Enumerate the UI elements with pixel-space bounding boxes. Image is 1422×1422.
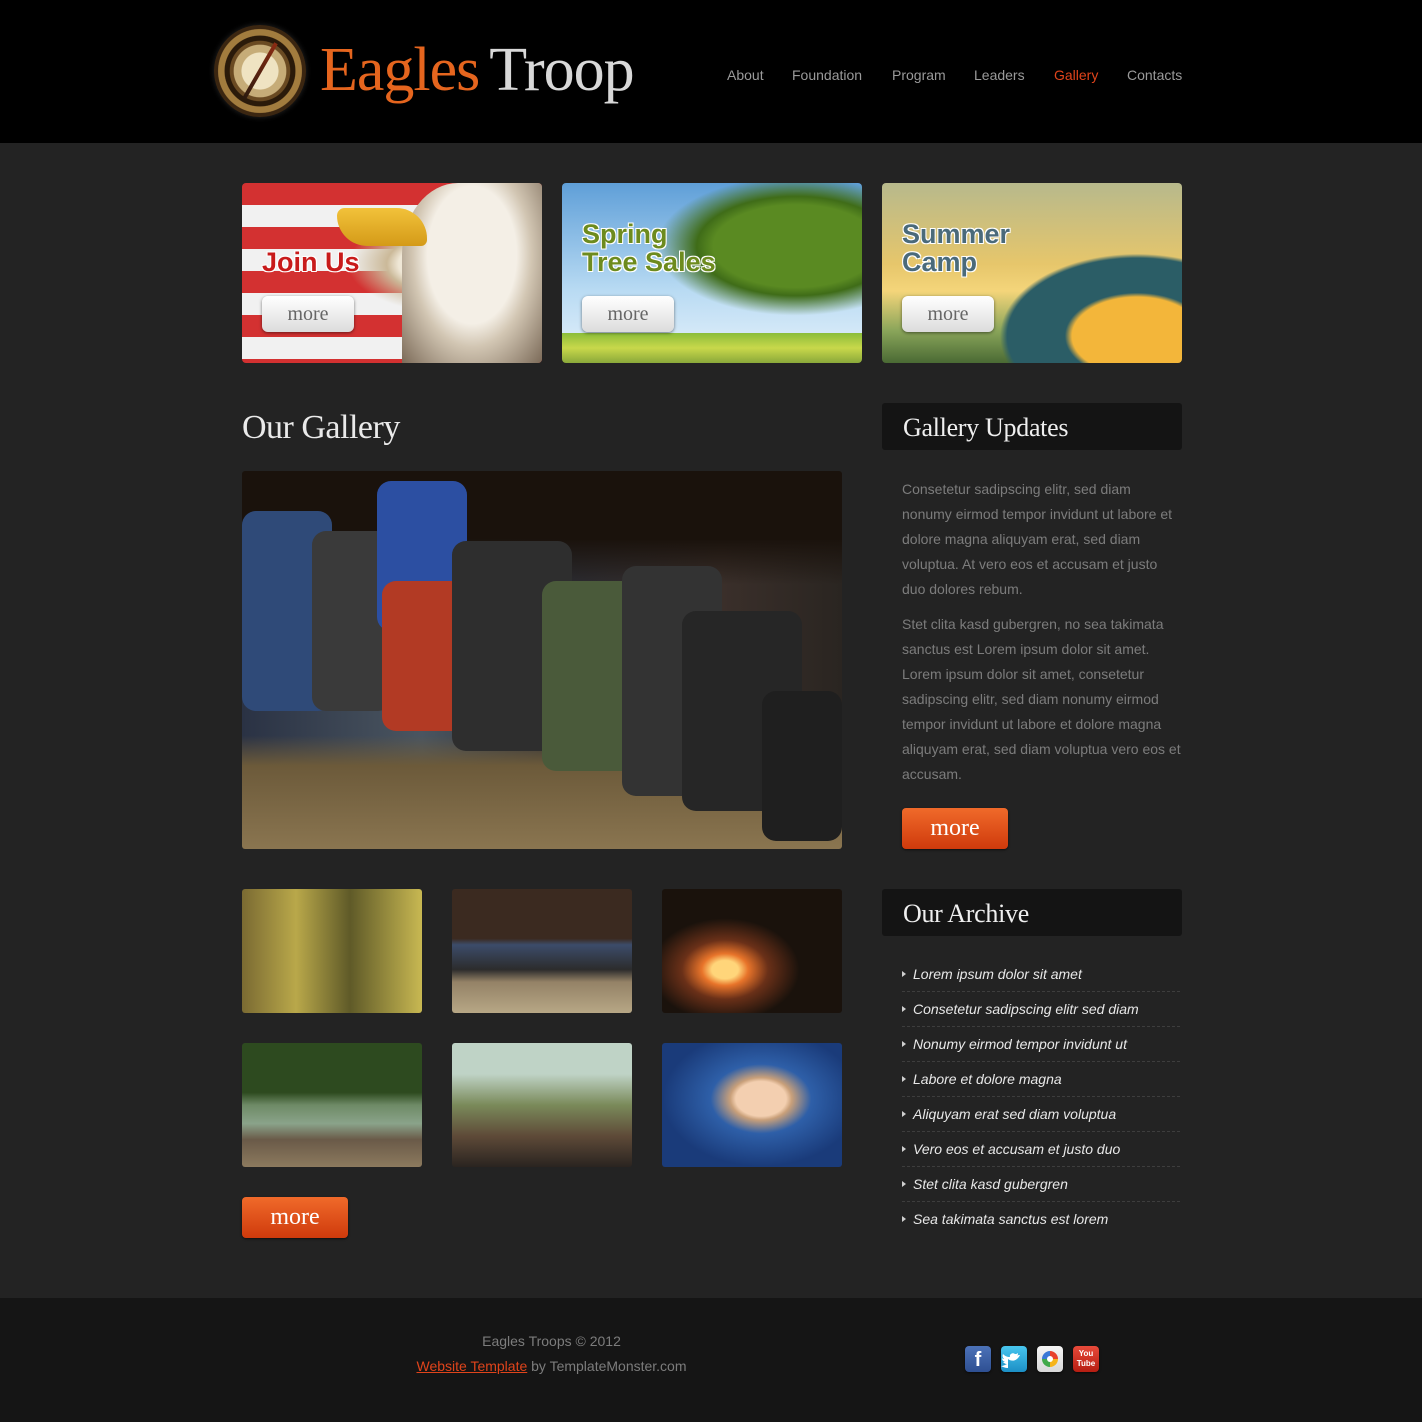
updates-paragraph: Stet clita kasd gubergren, no sea takima… xyxy=(902,616,1181,782)
archive-heading: Our Archive xyxy=(882,889,1182,936)
archive-link-label: Vero eos et accusam et justo duo xyxy=(913,1141,1121,1157)
gallery-thumbnail[interactable] xyxy=(242,1043,422,1167)
banner-summer-camp[interactable]: Summer Camp more xyxy=(882,183,1182,363)
gallery-main-image[interactable] xyxy=(242,471,842,849)
banner-more-button[interactable]: more xyxy=(582,296,674,332)
banner-title: Join Us xyxy=(262,247,360,277)
footer-credits: Website Template by TemplateMonster.com xyxy=(0,1357,1103,1375)
main-nav: About Foundation Program Leaders Gallery… xyxy=(0,66,1422,86)
gallery-more-button[interactable]: more xyxy=(242,1197,348,1238)
banner-join-us[interactable]: Join Us more xyxy=(242,183,542,363)
bullet-arrow-icon xyxy=(902,1216,906,1222)
website-template-link[interactable]: Website Template xyxy=(416,1358,527,1374)
archive-link[interactable]: Aliquyam erat sed diam voluptua xyxy=(902,1097,1180,1132)
bullet-arrow-icon xyxy=(902,1006,906,1012)
updates-paragraph: Consetetur sadipscing elitr, sed diam no… xyxy=(902,481,1173,597)
youtube-icon-line1: You xyxy=(1078,1349,1094,1358)
banner-title-line1: Spring xyxy=(582,219,668,249)
archive-link[interactable]: Consetetur sadipscing elitr sed diam xyxy=(902,992,1180,1027)
footer-by-text: by TemplateMonster.com xyxy=(527,1358,687,1374)
youtube-icon-line2: Tube xyxy=(1076,1359,1096,1368)
gallery-thumbnail[interactable] xyxy=(452,889,632,1013)
facebook-icon[interactable]: f xyxy=(965,1346,991,1372)
banner-title-line2: Camp xyxy=(902,247,978,277)
twitter-icon[interactable] xyxy=(1001,1346,1027,1372)
banner-title: Summer Camp xyxy=(902,220,1010,276)
bullet-arrow-icon xyxy=(902,1181,906,1187)
picasa-icon[interactable] xyxy=(1037,1346,1063,1372)
bullet-arrow-icon xyxy=(902,971,906,977)
gallery-thumbnail[interactable] xyxy=(662,1043,842,1167)
archive-list: Lorem ipsum dolor sit amet Consetetur sa… xyxy=(902,957,1180,1237)
nav-item-leaders[interactable]: Leaders xyxy=(974,66,1025,84)
banner-title: Spring Tree Sales xyxy=(582,220,716,276)
archive-link-label: Sea takimata sanctus est lorem xyxy=(913,1211,1109,1227)
picasa-icon-glyph xyxy=(1042,1351,1058,1367)
gallery-thumbnail[interactable] xyxy=(452,1043,632,1167)
gallery-updates-heading: Gallery Updates xyxy=(882,403,1182,450)
footer-copyright: Eagles Troops © 2012 xyxy=(482,1333,621,1349)
bullet-arrow-icon xyxy=(902,1041,906,1047)
youtube-icon[interactable]: You Tube xyxy=(1073,1346,1099,1372)
page-title: Our Gallery xyxy=(242,409,400,446)
nav-item-contacts[interactable]: Contacts xyxy=(1127,66,1182,84)
nav-item-gallery[interactable]: Gallery xyxy=(1054,66,1098,84)
updates-more-button[interactable]: more xyxy=(902,808,1008,849)
archive-link-label: Nonumy eirmod tempor invidunt ut xyxy=(913,1036,1127,1052)
archive-link[interactable]: Nonumy eirmod tempor invidunt ut xyxy=(902,1027,1180,1062)
banner-title-line1: Summer xyxy=(902,219,1011,249)
archive-link-label: Lorem ipsum dolor sit amet xyxy=(913,966,1082,982)
archive-link[interactable]: Labore et dolore magna xyxy=(902,1062,1180,1097)
site-header: Eagles Troop About Foundation Program Lea… xyxy=(0,0,1422,143)
site-footer: Eagles Troops © 2012 Website Template by… xyxy=(0,1298,1422,1422)
archive-link[interactable]: Stet clita kasd gubergren xyxy=(902,1167,1180,1202)
banner-spring-tree-sales[interactable]: Spring Tree Sales more xyxy=(562,183,862,363)
banner-title-line2: Tree Sales xyxy=(582,247,716,277)
archive-link[interactable]: Vero eos et accusam et justo duo xyxy=(902,1132,1180,1167)
gallery-thumbnail[interactable] xyxy=(662,889,842,1013)
nav-item-about[interactable]: About xyxy=(727,66,764,84)
bullet-arrow-icon xyxy=(902,1111,906,1117)
archive-link[interactable]: Lorem ipsum dolor sit amet xyxy=(902,957,1180,992)
archive-link-label: Aliquyam erat sed diam voluptua xyxy=(913,1106,1117,1122)
nav-item-program[interactable]: Program xyxy=(892,66,946,84)
archive-link-label: Consetetur sadipscing elitr sed diam xyxy=(913,1001,1139,1017)
banner-more-button[interactable]: more xyxy=(902,296,994,332)
bullet-arrow-icon xyxy=(902,1146,906,1152)
archive-link-label: Stet clita kasd gubergren xyxy=(913,1176,1068,1192)
gallery-thumbnail[interactable] xyxy=(242,889,422,1013)
nav-item-foundation[interactable]: Foundation xyxy=(792,66,862,84)
bullet-arrow-icon xyxy=(902,1076,906,1082)
banner-more-button[interactable]: more xyxy=(262,296,354,332)
archive-link-label: Labore et dolore magna xyxy=(913,1071,1062,1087)
archive-link[interactable]: Sea takimata sanctus est lorem xyxy=(902,1202,1180,1237)
